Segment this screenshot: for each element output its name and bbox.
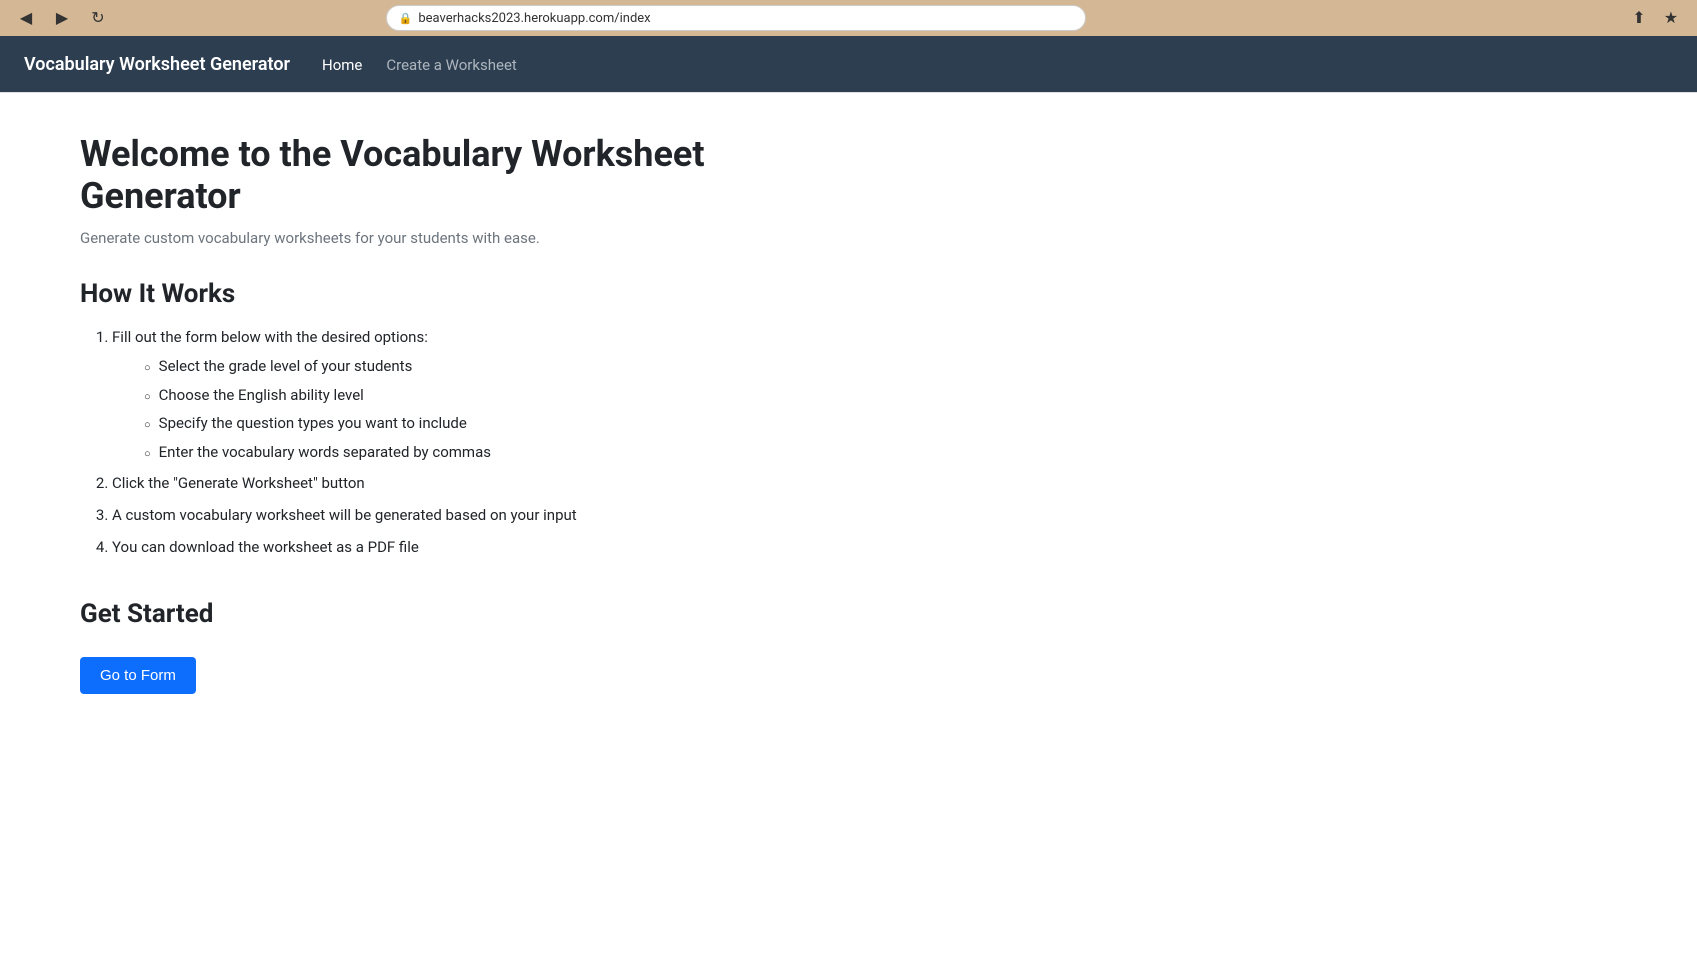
get-started-section: Get Started Go to Form bbox=[80, 599, 820, 694]
step-2: Click the "Generate Worksheet" button bbox=[112, 471, 820, 495]
navbar-nav: Home Create a Worksheet bbox=[322, 55, 517, 74]
nav-link-home[interactable]: Home bbox=[322, 56, 362, 74]
lock-icon: 🔒 bbox=[399, 12, 413, 25]
browser-chrome: ◀ ▶ ↻ 🔒 beaverhacks2023.herokuapp.com/in… bbox=[0, 0, 1697, 36]
navbar: Vocabulary Worksheet Generator Home Crea… bbox=[0, 36, 1697, 92]
sub-items-list: Select the grade level of your students … bbox=[112, 355, 820, 463]
steps-list: Fill out the form below with the desired… bbox=[80, 325, 820, 559]
nav-link-create[interactable]: Create a Worksheet bbox=[386, 56, 516, 74]
url-text: beaverhacks2023.herokuapp.com/index bbox=[418, 11, 650, 26]
step-4: You can download the worksheet as a PDF … bbox=[112, 535, 820, 559]
address-bar[interactable]: 🔒 beaverhacks2023.herokuapp.com/index bbox=[386, 5, 1086, 31]
sub-item-2: Choose the English ability level bbox=[144, 384, 820, 407]
step-1: Fill out the form below with the desired… bbox=[112, 325, 820, 463]
sub-item-4: Enter the vocabulary words separated by … bbox=[144, 441, 820, 464]
page-title: Welcome to the Vocabulary Worksheet Gene… bbox=[80, 133, 820, 217]
bookmark-button[interactable]: ★ bbox=[1657, 4, 1685, 32]
forward-button[interactable]: ▶ bbox=[48, 4, 76, 32]
navbar-brand[interactable]: Vocabulary Worksheet Generator bbox=[24, 54, 290, 75]
browser-actions: ⬆ ★ bbox=[1625, 4, 1685, 32]
step-1-text: Fill out the form below with the desired… bbox=[112, 328, 428, 346]
how-it-works-title: How It Works bbox=[80, 279, 820, 309]
step-3: A custom vocabulary worksheet will be ge… bbox=[112, 503, 820, 527]
subtitle: Generate custom vocabulary worksheets fo… bbox=[80, 229, 820, 247]
back-button[interactable]: ◀ bbox=[12, 4, 40, 32]
sub-item-1: Select the grade level of your students bbox=[144, 355, 820, 378]
get-started-title: Get Started bbox=[80, 599, 820, 629]
nav-item-create[interactable]: Create a Worksheet bbox=[386, 55, 516, 74]
refresh-button[interactable]: ↻ bbox=[84, 4, 112, 32]
share-button[interactable]: ⬆ bbox=[1625, 4, 1653, 32]
nav-item-home[interactable]: Home bbox=[322, 55, 362, 74]
sub-item-3: Specify the question types you want to i… bbox=[144, 412, 820, 435]
main-content: Welcome to the Vocabulary Worksheet Gene… bbox=[0, 93, 900, 734]
go-to-form-button[interactable]: Go to Form bbox=[80, 657, 196, 694]
